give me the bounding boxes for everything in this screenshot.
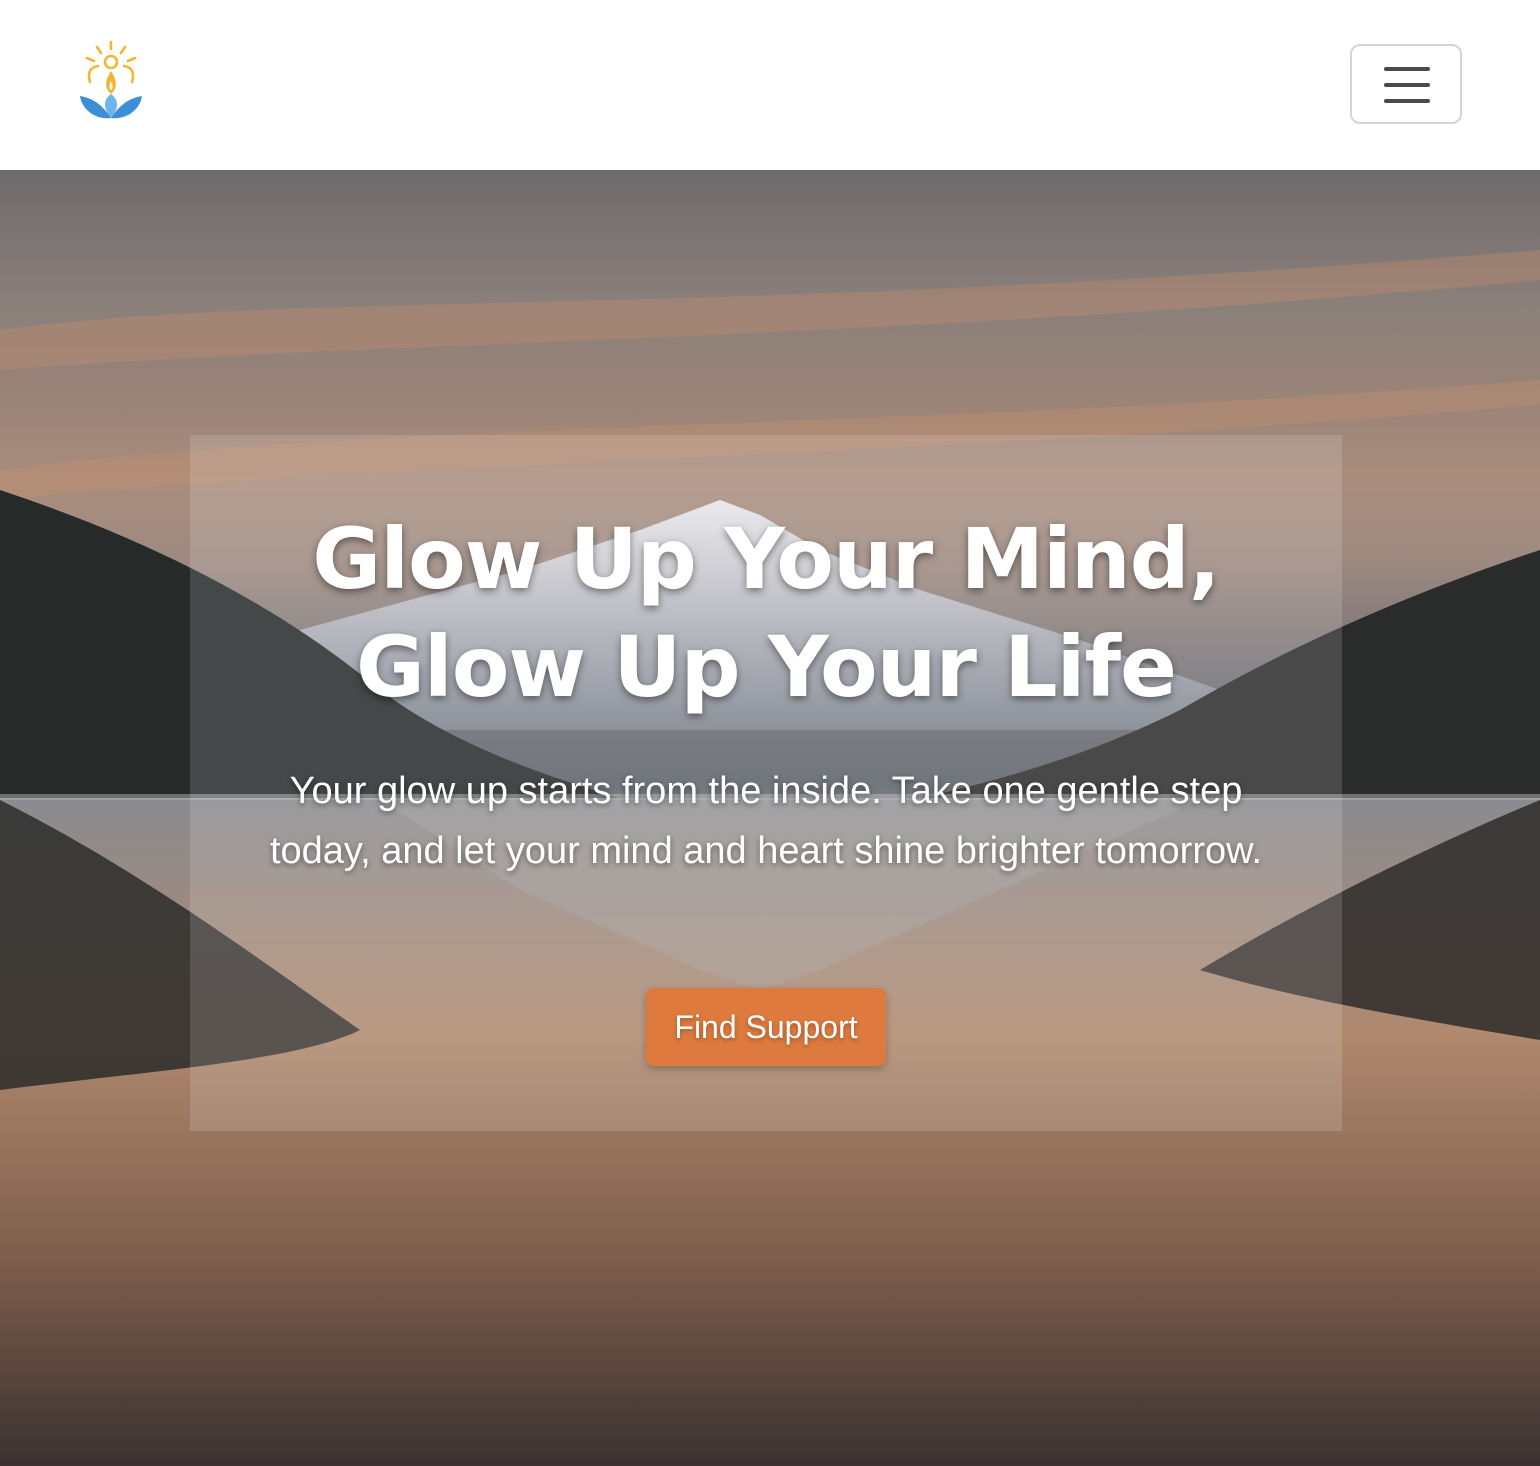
- hamburger-menu-icon: [1384, 83, 1430, 87]
- sun-lotus-logo[interactable]: [72, 38, 150, 124]
- hero-section: Glow Up Your Mind, Glow Up Your Life You…: [0, 170, 1540, 1466]
- hamburger-menu-button[interactable]: [1350, 44, 1462, 124]
- hero-title-line-1: Glow Up Your Mind,: [312, 510, 1220, 608]
- navbar: [0, 0, 1540, 170]
- hero-subtitle: Your glow up starts from the inside. Tak…: [269, 770, 1263, 872]
- find-support-button[interactable]: Find Support: [646, 988, 886, 1066]
- hamburger-menu-icon: [1384, 67, 1430, 71]
- hamburger-menu-icon: [1384, 99, 1430, 103]
- hero-card: Glow Up Your Mind, Glow Up Your Life You…: [190, 435, 1342, 1131]
- hero-title-line-2: Glow Up Your Life: [355, 618, 1177, 716]
- hero-title: Glow Up Your Mind, Glow Up Your Life: [190, 505, 1342, 721]
